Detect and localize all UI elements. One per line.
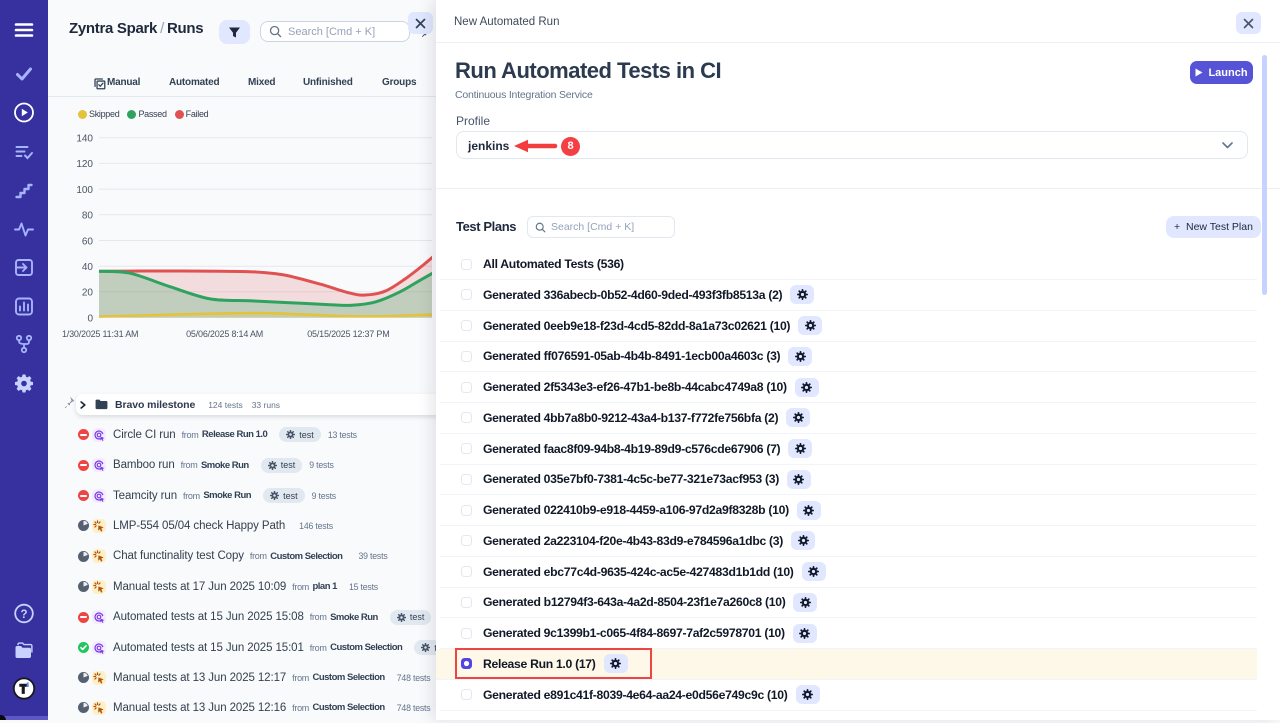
- svg-text:20: 20: [82, 288, 94, 299]
- svg-text:80: 80: [82, 211, 94, 222]
- svg-text:?: ?: [20, 609, 27, 621]
- svg-text:1/30/2025 11:31 AM: 1/30/2025 11:31 AM: [62, 329, 138, 339]
- svg-text:60: 60: [82, 236, 94, 247]
- svg-text:05/15/2025 12:37 PM: 05/15/2025 12:37 PM: [307, 329, 389, 339]
- svg-text:05/06/2025 8:14 AM: 05/06/2025 8:14 AM: [186, 329, 263, 339]
- svg-text:120: 120: [76, 159, 93, 170]
- svg-text:40: 40: [82, 262, 94, 273]
- svg-text:100: 100: [76, 185, 93, 196]
- svg-text:140: 140: [76, 134, 93, 145]
- svg-text:0: 0: [87, 313, 93, 324]
